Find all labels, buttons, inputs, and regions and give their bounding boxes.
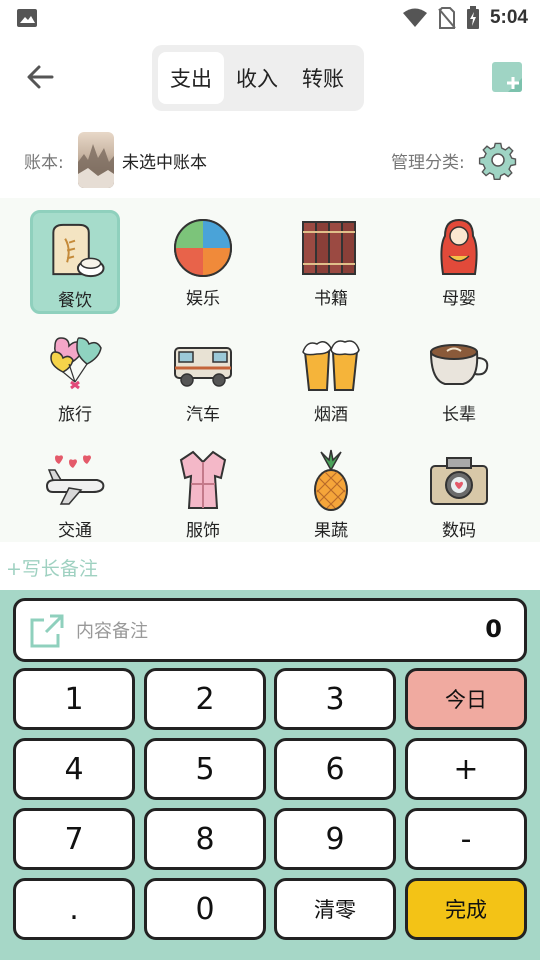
header: 支出 收入 转账 bbox=[0, 40, 540, 116]
key-3[interactable]: 3 bbox=[274, 668, 396, 730]
category-digital[interactable]: 数码 bbox=[414, 442, 504, 546]
category-food[interactable]: 餐饮 bbox=[30, 210, 120, 314]
category-label: 旅行 bbox=[58, 405, 92, 425]
clear-button[interactable]: 清零 bbox=[274, 878, 396, 940]
category-transport[interactable]: 交通 bbox=[30, 442, 120, 546]
gear-icon[interactable] bbox=[478, 140, 518, 180]
books-icon bbox=[302, 221, 356, 275]
beer-icon bbox=[302, 340, 360, 391]
manage-categories-label: 管理分类: bbox=[391, 153, 465, 173]
category-grid: 餐饮 娱乐 书籍 母婴 旅行 汽车 烟酒 长辈 交通 服饰 果蔬 数码 bbox=[0, 198, 540, 542]
balloons-icon bbox=[50, 337, 102, 390]
key-7[interactable]: 7 bbox=[13, 808, 135, 870]
coffee-cup-icon bbox=[429, 344, 489, 385]
ledger-label: 账本: bbox=[24, 153, 64, 173]
beach-ball-icon bbox=[174, 219, 232, 277]
memo-bar: 0 bbox=[13, 598, 527, 662]
camper-van-icon bbox=[174, 347, 232, 387]
memo-input[interactable] bbox=[76, 617, 376, 645]
today-button[interactable]: 今日 bbox=[405, 668, 527, 730]
robe-icon bbox=[179, 450, 227, 509]
key-1[interactable]: 1 bbox=[13, 668, 135, 730]
pineapple-icon bbox=[314, 449, 348, 511]
ledger-name[interactable]: 未选中账本 bbox=[122, 148, 207, 173]
wifi-icon bbox=[402, 8, 427, 27]
keypad: 0 1 2 3 今日 4 5 6 + 7 8 9 - . 0 清零 完成 bbox=[0, 590, 540, 960]
category-label: 母婴 bbox=[442, 289, 476, 309]
back-arrow-icon[interactable] bbox=[24, 60, 58, 94]
tab-expense[interactable]: 支出 bbox=[158, 52, 224, 104]
category-entertainment[interactable]: 娱乐 bbox=[158, 210, 248, 314]
category-label: 长辈 bbox=[442, 405, 476, 425]
plus-button[interactable]: + bbox=[405, 738, 527, 800]
category-mother-baby[interactable]: 母婴 bbox=[414, 210, 504, 314]
key-5[interactable]: 5 bbox=[144, 738, 266, 800]
share-edit-icon[interactable] bbox=[28, 612, 66, 650]
no-sim-icon bbox=[438, 7, 456, 29]
category-label: 娱乐 bbox=[186, 289, 220, 309]
status-bar: 5:04 bbox=[0, 0, 540, 36]
category-elders[interactable]: 长辈 bbox=[414, 326, 504, 430]
status-time: 5:04 bbox=[489, 7, 528, 28]
category-label: 汽车 bbox=[186, 405, 220, 425]
key-9[interactable]: 9 bbox=[274, 808, 396, 870]
category-label: 交通 bbox=[58, 521, 92, 541]
key-2[interactable]: 2 bbox=[144, 668, 266, 730]
category-label: 餐饮 bbox=[58, 291, 92, 311]
food-icon bbox=[52, 223, 105, 278]
write-long-note-link[interactable]: +写长备注 bbox=[6, 554, 98, 581]
key-4[interactable]: 4 bbox=[13, 738, 135, 800]
category-label: 烟酒 bbox=[314, 405, 348, 425]
category-books[interactable]: 书籍 bbox=[286, 210, 376, 314]
add-ledger-icon[interactable] bbox=[492, 62, 522, 92]
ledger-cover-image[interactable] bbox=[78, 132, 114, 188]
tab-transfer[interactable]: 转账 bbox=[290, 52, 356, 104]
category-label: 数码 bbox=[442, 521, 476, 541]
decimal-point-button[interactable]: . bbox=[13, 878, 135, 940]
category-label: 果蔬 bbox=[314, 521, 348, 541]
category-car[interactable]: 汽车 bbox=[158, 326, 248, 430]
ledger-row: 账本: 未选中账本 管理分类: bbox=[0, 124, 540, 196]
camera-icon bbox=[430, 457, 488, 505]
amount-display: 0 bbox=[485, 615, 502, 643]
category-fruit-veg[interactable]: 果蔬 bbox=[286, 442, 376, 546]
image-notification-icon bbox=[17, 9, 37, 27]
minus-button[interactable]: - bbox=[405, 808, 527, 870]
tab-income[interactable]: 收入 bbox=[224, 52, 290, 104]
category-label: 书籍 bbox=[314, 289, 348, 309]
key-6[interactable]: 6 bbox=[274, 738, 396, 800]
matryoshka-icon bbox=[440, 218, 478, 275]
category-tobacco-alcohol[interactable]: 烟酒 bbox=[286, 326, 376, 430]
category-label: 服饰 bbox=[186, 521, 220, 541]
key-0[interactable]: 0 bbox=[144, 878, 266, 940]
category-travel[interactable]: 旅行 bbox=[30, 326, 120, 430]
done-button[interactable]: 完成 bbox=[405, 878, 527, 940]
battery-charging-icon bbox=[466, 6, 479, 29]
category-clothing[interactable]: 服饰 bbox=[158, 442, 248, 546]
type-segmented-control: 支出 收入 转账 bbox=[152, 45, 364, 111]
key-8[interactable]: 8 bbox=[144, 808, 266, 870]
airplane-icon bbox=[45, 455, 105, 505]
